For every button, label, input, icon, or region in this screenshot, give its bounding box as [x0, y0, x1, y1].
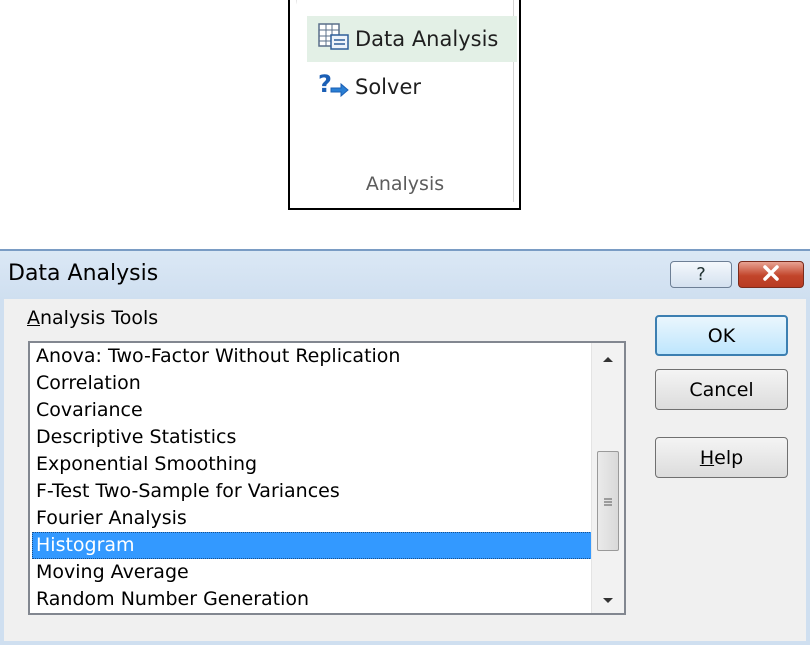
analysis-tools-list: Anova: Two-Factor Without Replication Cor…	[32, 343, 592, 613]
analysis-tools-mnemonic: A	[27, 307, 40, 329]
ribbon-group-body: Data Analysis ? Solver Analysis	[297, 0, 517, 202]
ribbon-group-analysis: Data Analysis ? Solver Analysis	[288, 0, 521, 210]
title-help-button[interactable]: ?	[670, 261, 732, 288]
help-label-rest: elp	[714, 446, 744, 469]
scroll-up-arrow-icon	[602, 348, 614, 367]
ok-button[interactable]: OK	[655, 315, 788, 356]
help-button[interactable]: Help	[655, 437, 788, 478]
svg-text:?: ?	[318, 70, 332, 98]
list-item[interactable]: Moving Average	[32, 559, 592, 586]
list-item[interactable]: Correlation	[32, 370, 592, 397]
list-item[interactable]: Exponential Smoothing	[32, 451, 592, 478]
solver-icon: ?	[317, 70, 351, 104]
analysis-tools-label-rest: nalysis Tools	[40, 307, 159, 329]
list-item[interactable]: Histogram	[32, 532, 592, 559]
list-item[interactable]: Anova: Two-Factor Without Replication	[32, 343, 592, 370]
scroll-thumb[interactable]	[597, 451, 619, 551]
list-item[interactable]: Covariance	[32, 397, 592, 424]
close-icon	[762, 264, 780, 285]
analysis-tools-label: Analysis Tools	[27, 307, 158, 329]
question-icon: ?	[696, 264, 706, 285]
title-close-button[interactable]	[738, 261, 804, 288]
ribbon-group-label: Analysis	[365, 173, 445, 195]
scroll-down-button[interactable]	[592, 585, 624, 613]
list-item[interactable]: Descriptive Statistics	[32, 424, 592, 451]
help-mnemonic: H	[699, 446, 715, 469]
data-analysis-label: Data Analysis	[355, 27, 499, 51]
scroll-down-arrow-icon	[602, 590, 614, 609]
dialog-titlebar[interactable]: Data Analysis ?	[0, 251, 810, 299]
grip-icon	[603, 492, 613, 511]
solver-button[interactable]: ? Solver	[307, 64, 517, 110]
list-item[interactable]: Random Number Generation	[32, 586, 592, 613]
dialog-title: Data Analysis	[8, 261, 159, 286]
data-analysis-dialog: Data Analysis ? Analysis Tools Anova: Tw…	[0, 249, 810, 645]
scroll-up-button[interactable]	[592, 343, 624, 371]
data-analysis-icon	[317, 22, 351, 56]
data-analysis-button[interactable]: Data Analysis	[307, 16, 517, 62]
cancel-button[interactable]: Cancel	[655, 369, 788, 410]
solver-label: Solver	[355, 75, 421, 99]
list-scrollbar[interactable]	[591, 343, 624, 613]
list-item[interactable]: Fourier Analysis	[32, 505, 592, 532]
analysis-tools-listbox[interactable]: Anova: Two-Factor Without Replication Cor…	[28, 341, 626, 615]
dialog-client-area: Analysis Tools Anova: Two-Factor Without…	[0, 299, 810, 645]
list-item[interactable]: F-Test Two-Sample for Variances	[32, 478, 592, 505]
